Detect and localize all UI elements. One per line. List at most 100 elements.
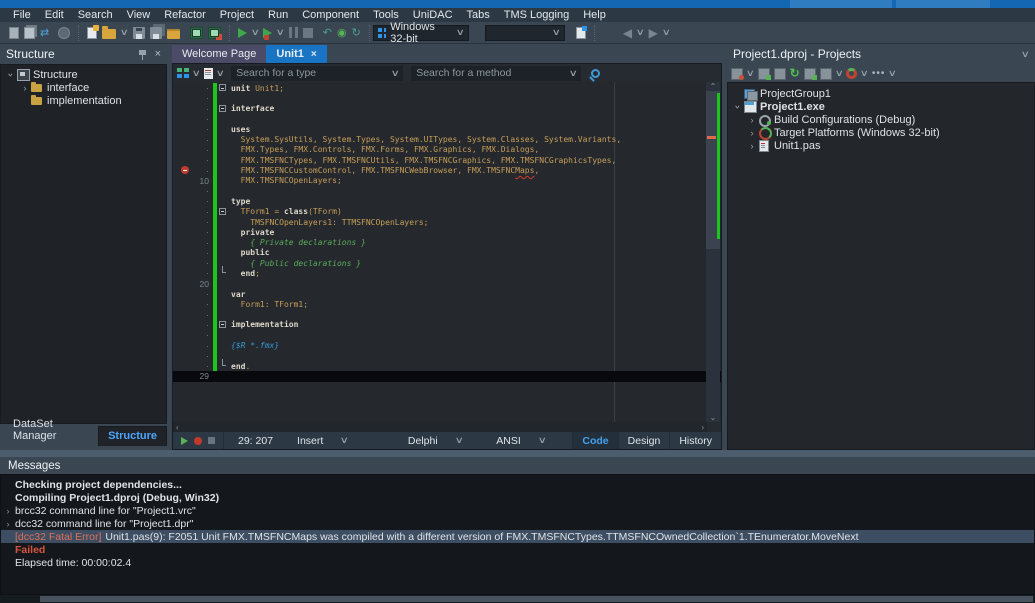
code-line-17[interactable]: · public xyxy=(173,248,721,258)
gutter-cell[interactable]: · xyxy=(173,237,213,247)
more-actions-icon[interactable]: ••• xyxy=(872,68,886,79)
view-tab-code[interactable]: Code xyxy=(572,432,617,449)
messages-scrollbar-thumb[interactable] xyxy=(40,596,1033,602)
scroll-up-icon[interactable]: ⌃ xyxy=(706,82,720,91)
fold-column[interactable] xyxy=(219,268,231,278)
encoding-dropdown[interactable]: ANSI ∨ xyxy=(486,435,555,447)
code-line-19[interactable]: · end; xyxy=(173,268,721,278)
tree-item-interface[interactable]: ›interface xyxy=(1,81,166,94)
configuration-combo[interactable]: ∨ xyxy=(485,25,565,41)
menu-item-search[interactable]: Search xyxy=(71,8,120,22)
project-options-icon[interactable] xyxy=(731,68,743,79)
fold-column[interactable] xyxy=(219,207,231,217)
fold-column[interactable] xyxy=(219,361,231,371)
save-all-icon[interactable] xyxy=(150,27,162,39)
gutter-cell[interactable]: · xyxy=(173,351,213,361)
remove-from-project-icon[interactable] xyxy=(208,27,221,39)
expand-chevron-icon[interactable]: › xyxy=(1,519,15,529)
gutter-cell[interactable]: · xyxy=(173,217,213,227)
code-line-23[interactable]: · xyxy=(173,310,721,320)
code-line-20[interactable]: 20 xyxy=(173,279,721,289)
message-row[interactable]: ›dcc32 command line for "Project1.dpr" xyxy=(1,517,1034,530)
run-without-debugging-icon[interactable] xyxy=(263,28,272,38)
gutter-cell[interactable]: · xyxy=(173,248,213,258)
editor-horizontal-scrollbar[interactable]: ‹ › xyxy=(173,422,707,432)
expand-chevron-icon[interactable]: › xyxy=(1,506,15,516)
gutter-cell[interactable]: · xyxy=(173,289,213,299)
project-options-chevron-icon[interactable]: ∨ xyxy=(746,68,755,79)
navigate-back-icon[interactable]: ◀ xyxy=(623,27,632,39)
save-icon[interactable] xyxy=(133,27,145,39)
editor-tab-welcome-page[interactable]: Welcome Page xyxy=(172,45,266,63)
forward-history-dropdown-icon[interactable]: ∨ xyxy=(662,27,671,38)
sync-edit-icon[interactable]: ⇄ xyxy=(40,27,53,39)
code-line-16[interactable]: · { Private declarations } xyxy=(173,237,721,247)
chevron-right-icon[interactable]: › xyxy=(746,128,758,138)
editor-vertical-scrollbar[interactable]: ⌃ ⌄ xyxy=(706,82,720,422)
chevron-down-icon[interactable]: › xyxy=(6,66,16,83)
gutter-cell[interactable]: · xyxy=(173,268,213,278)
view-tab-design[interactable]: Design xyxy=(618,432,670,449)
message-row[interactable]: ›brcc32 command line for "Project1.vrc" xyxy=(1,504,1034,517)
menu-item-file[interactable]: File xyxy=(6,8,38,22)
bottom-tab-dataset-manager[interactable]: DataSet Manager xyxy=(4,415,96,446)
insert-mode-dropdown[interactable]: Insert ∨ xyxy=(287,435,358,447)
fold-collapse-icon[interactable] xyxy=(219,105,226,112)
gutter-cell[interactable]: · xyxy=(173,361,213,371)
code-line-3[interactable]: ·interface xyxy=(173,104,721,114)
activate-icon[interactable] xyxy=(804,68,816,79)
open-file-dropdown-icon[interactable]: ∨ xyxy=(120,27,129,38)
fold-collapse-icon[interactable] xyxy=(219,208,226,215)
bottom-tab-structure[interactable]: Structure xyxy=(98,426,167,446)
build-chevron-icon[interactable]: ∨ xyxy=(834,68,843,79)
code-line-5[interactable]: ·uses xyxy=(173,124,721,134)
code-line-2[interactable]: · xyxy=(173,93,721,103)
gutter-cell[interactable]: · xyxy=(173,124,213,134)
code-line-7[interactable]: · FMX.Types, FMX.Controls, FMX.Forms, FM… xyxy=(173,145,721,155)
code-line-9[interactable]: · FMX.TMSFNCCustomControl, FMX.TMSFNCWeb… xyxy=(173,165,721,175)
search-icon[interactable] xyxy=(591,69,600,78)
code-line-18[interactable]: · { Public declarations } xyxy=(173,258,721,268)
code-line-28[interactable]: ·end. xyxy=(173,361,721,371)
tree-item-unit1-pas[interactable]: ›Unit1.pas xyxy=(728,139,1034,152)
target-chevron-icon[interactable]: ∨ xyxy=(860,68,869,79)
menu-item-help[interactable]: Help xyxy=(576,8,613,22)
gutter-cell[interactable]: · xyxy=(173,330,213,340)
trace-into-icon[interactable]: ↶ xyxy=(323,27,332,39)
back-history-dropdown-icon[interactable]: ∨ xyxy=(636,27,645,38)
chevron-right-icon[interactable]: › xyxy=(746,141,758,151)
scroll-left-icon[interactable]: ‹ xyxy=(176,423,179,432)
status-run-icon[interactable] xyxy=(181,437,188,445)
navigate-forward-icon[interactable]: ▶ xyxy=(649,27,658,39)
code-line-6[interactable]: · System.SysUtils, System.Types, System.… xyxy=(173,134,721,144)
pin-icon[interactable] xyxy=(138,49,147,60)
open-project-icon[interactable] xyxy=(167,29,180,39)
run-until-return-icon[interactable]: ↻ xyxy=(352,27,361,39)
code-line-26[interactable]: ·{$R *.fmx} xyxy=(173,340,721,350)
gutter-cell[interactable]: 10 xyxy=(173,176,213,186)
menu-item-component[interactable]: Component xyxy=(295,8,366,22)
tree-item-structure[interactable]: ›Structure xyxy=(1,68,166,81)
code-line-15[interactable]: · private xyxy=(173,227,721,237)
new-file-icon[interactable] xyxy=(87,27,97,39)
gutter-cell[interactable]: · xyxy=(173,165,213,175)
message-row[interactable]: [dcc32 Fatal Error]Unit1.pas(9): F2051 U… xyxy=(1,530,1034,543)
code-line-8[interactable]: · FMX.TMSFNCTypes, FMX.TMSFNCUtils, FMX.… xyxy=(173,155,721,165)
open-recent-icon[interactable] xyxy=(24,27,35,39)
gutter-cell[interactable]: 29 xyxy=(173,371,213,381)
pause-icon[interactable] xyxy=(289,27,298,38)
chevron-right-icon[interactable]: › xyxy=(19,83,31,93)
gutter-cell[interactable]: · xyxy=(173,207,213,217)
code-line-29[interactable]: 29 xyxy=(173,371,721,381)
new-items-icon[interactable] xyxy=(9,27,19,39)
tree-item-build-configurations-debug-[interactable]: ›Build Configurations (Debug) xyxy=(728,113,1034,126)
file-selector-chevron-icon[interactable]: ∨ xyxy=(215,68,224,79)
code-area[interactable]: ·unit Unit1;··interface··uses· System.Sy… xyxy=(173,82,721,422)
gutter-cell[interactable]: · xyxy=(173,196,213,206)
run-dropdown-icon[interactable]: ∨ xyxy=(250,27,259,38)
new-window-icon[interactable] xyxy=(576,27,586,39)
search-type-combo[interactable]: Search for a type ∨ xyxy=(231,66,403,81)
status-stop-icon[interactable] xyxy=(208,437,215,444)
target-platform-combo[interactable]: Windows 32-bit ∨ xyxy=(373,25,469,41)
add-new-unit-icon[interactable] xyxy=(758,68,770,79)
